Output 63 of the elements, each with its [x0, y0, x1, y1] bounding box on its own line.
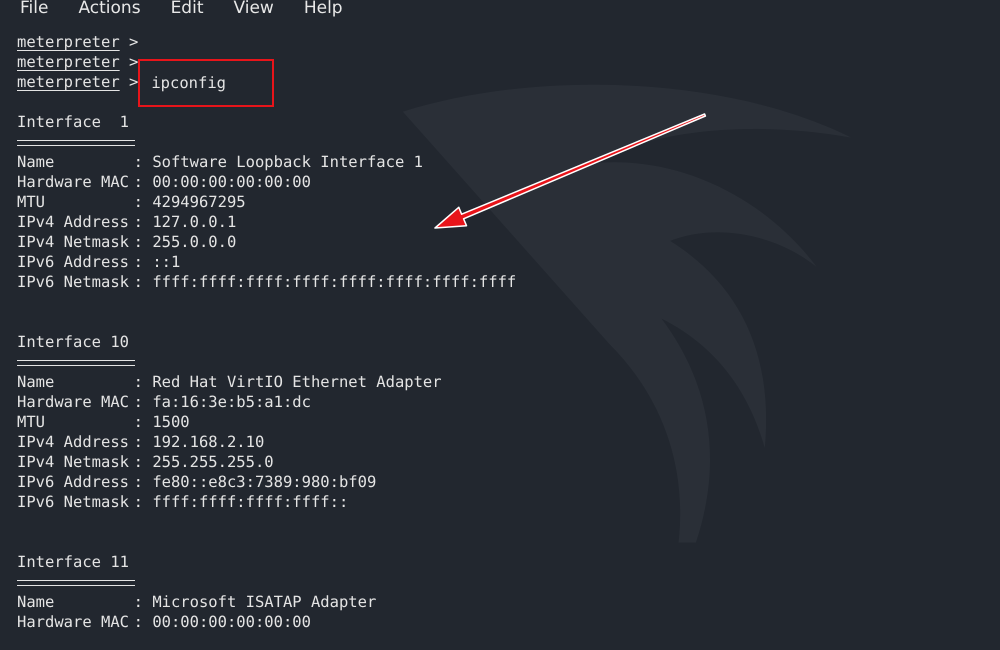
field-separator: : — [134, 213, 143, 231]
prompt-text: meterpreter — [17, 53, 120, 71]
field-value: 127.0.0.1 — [152, 213, 236, 231]
field-separator: : — [134, 173, 143, 191]
field-separator: : — [134, 273, 143, 291]
command-text: ipconfig — [138, 58, 274, 107]
field-label: IPv4 Address — [17, 432, 130, 452]
field-label: IPv6 Address — [17, 252, 130, 272]
field-separator: : — [134, 613, 143, 631]
menu-item[interactable]: Actions — [68, 0, 151, 19]
field-value: 4294967295 — [152, 193, 246, 211]
field-separator: : — [134, 193, 143, 211]
interface-heading: Interface 11 — [17, 553, 129, 571]
field-value: fe80::e8c3:7389:980:bf09 — [152, 473, 376, 491]
field-label: Hardware MAC — [17, 612, 130, 632]
field-separator: : — [134, 493, 143, 511]
field-label: IPv6 Netmask — [17, 492, 130, 512]
field-separator: : — [134, 153, 143, 171]
field-separator: : — [134, 373, 143, 391]
field-value: 00:00:00:00:00:00 — [152, 613, 311, 631]
field-label: Name — [17, 152, 56, 172]
field-separator: : — [134, 593, 143, 611]
menu-item[interactable]: File — [10, 0, 58, 19]
field-value: 255.255.255.0 — [152, 453, 274, 471]
field-value: Red Hat VirtIO Ethernet Adapter — [152, 373, 442, 391]
field-label: MTU — [17, 192, 46, 212]
field-label: IPv6 Netmask — [17, 272, 130, 292]
field-value: 192.168.2.10 — [152, 433, 264, 451]
field-value: Software Loopback Interface 1 — [152, 153, 423, 171]
menu-item[interactable]: Help — [294, 0, 353, 19]
field-value: fa:16:3e:b5:a1:dc — [152, 393, 311, 411]
field-separator: : — [134, 413, 143, 431]
interface-heading: Interface 1 — [17, 113, 129, 131]
field-value: ::1 — [152, 253, 180, 271]
prompt-symbol: > — [128, 53, 138, 71]
field-separator: : — [134, 233, 143, 251]
prompt-text: meterpreter — [17, 33, 120, 51]
field-value: ffff:ffff:ffff:ffff:: — [152, 493, 348, 511]
field-label: Name — [17, 372, 56, 392]
menu-item[interactable]: View — [223, 0, 284, 19]
field-value: ffff:ffff:ffff:ffff:ffff:ffff:ffff:ffff — [152, 273, 516, 291]
field-separator: : — [134, 433, 143, 451]
interface-heading: Interface 10 — [17, 333, 129, 351]
field-value: 1500 — [152, 413, 190, 431]
field-separator: : — [134, 453, 143, 471]
field-label: Hardware MAC — [17, 392, 130, 412]
menu-item[interactable]: Edit — [160, 0, 214, 19]
field-label: IPv4 Netmask — [17, 232, 130, 252]
field-label: IPv4 Netmask — [17, 452, 130, 472]
prompt-text: meterpreter — [17, 73, 120, 91]
field-separator: : — [134, 473, 143, 491]
prompt-symbol: > — [128, 33, 138, 51]
field-value: 00:00:00:00:00:00 — [152, 173, 311, 191]
field-label: Hardware MAC — [17, 172, 130, 192]
field-label: IPv4 Address — [17, 212, 130, 232]
field-value: Microsoft ISATAP Adapter — [152, 593, 376, 611]
field-value: 255.0.0.0 — [152, 233, 236, 251]
field-label: Name — [17, 592, 56, 612]
field-label: IPv6 Address — [17, 472, 130, 492]
field-label: MTU — [17, 412, 46, 432]
field-separator: : — [134, 253, 143, 271]
prompt-symbol: > — [128, 73, 138, 91]
field-separator: : — [134, 393, 143, 411]
